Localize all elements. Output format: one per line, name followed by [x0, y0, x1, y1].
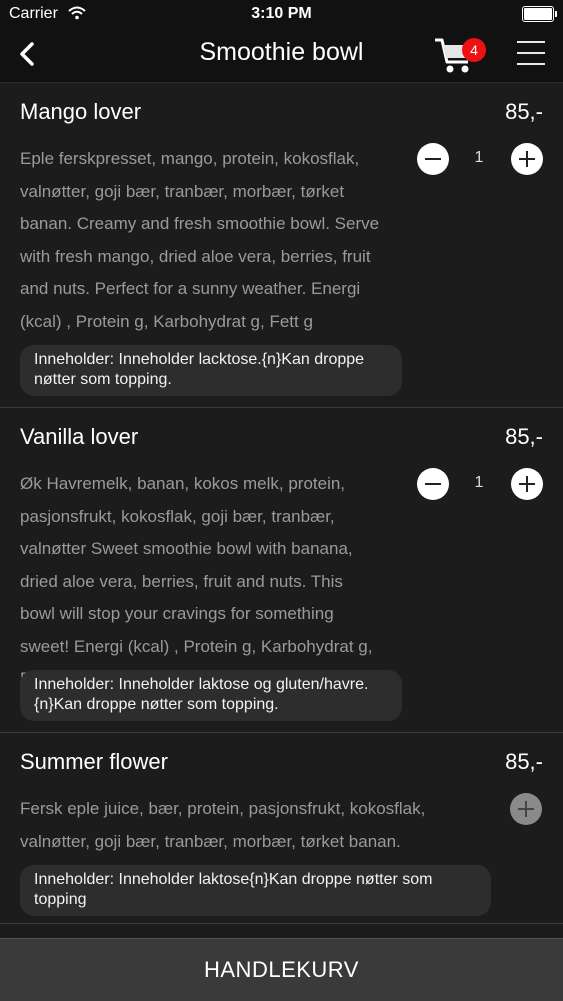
status-time: 3:10 PM — [251, 5, 312, 22]
shopping-cart-button[interactable]: HANDLEKURV — [0, 938, 563, 1001]
hamburger-menu-button[interactable] — [515, 36, 547, 70]
product-allergen-note: Inneholder: Inneholder lacktose.{n}Kan d… — [20, 345, 402, 396]
decrease-quantity-button[interactable] — [417, 468, 449, 500]
product-allergen-note: Inneholder: Inneholder laktose og gluten… — [20, 670, 402, 721]
product-allergen-note: Inneholder: Inneholder laktose{n}Kan dro… — [20, 865, 491, 916]
increase-quantity-button[interactable] — [511, 143, 543, 175]
quantity-value: 1 — [474, 474, 484, 491]
status-bar: Carrier 3:10 PM — [0, 0, 563, 28]
quantity-stepper: 1 — [415, 143, 545, 179]
menu-line-icon — [517, 63, 545, 65]
product-description: Øk Havremelk, banan, kokos melk, protein… — [20, 474, 373, 688]
decrease-quantity-button[interactable] — [417, 143, 449, 175]
quantity-stepper: 1 — [415, 468, 545, 504]
product-name: Summer flower — [20, 749, 168, 774]
quantity-value: 1 — [474, 149, 484, 166]
product-name: Mango lover — [20, 99, 142, 124]
product-price: 85,- — [505, 749, 543, 774]
nav-bar: Smoothie bowl 4 — [0, 28, 563, 83]
product-name: Vanilla lover — [20, 424, 139, 449]
cart-count-badge: 4 — [462, 38, 486, 62]
battery-icon — [522, 6, 557, 22]
menu-line-icon — [517, 52, 545, 54]
cart-button[interactable]: 4 — [432, 30, 492, 78]
product-item[interactable]: Vanilla lover 85,- Øk Havremelk, banan, … — [0, 408, 563, 733]
menu-line-icon — [517, 41, 545, 43]
product-price: 85,- — [505, 99, 543, 124]
product-description: Eple ferskpresset, mango, protein, kokos… — [20, 149, 380, 331]
add-to-cart-button[interactable] — [510, 793, 542, 825]
product-item[interactable]: Summer flower 85,- Fersk eple juice, bær… — [0, 733, 563, 924]
increase-quantity-button[interactable] — [511, 468, 543, 500]
product-price: 85,- — [505, 424, 543, 449]
product-description: Fersk eple juice, bær, protein, pasjonsf… — [20, 799, 426, 851]
product-item[interactable]: Mango lover 85,- Eple ferskpresset, mang… — [0, 83, 563, 408]
